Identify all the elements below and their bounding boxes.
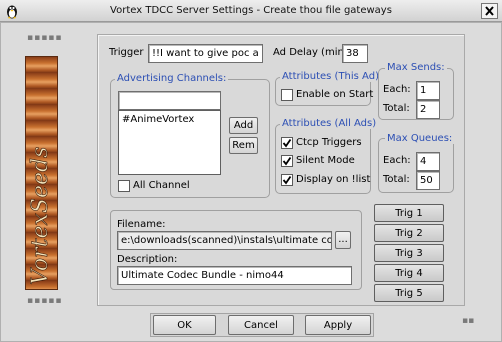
decor-dots-bottom: ▪▪▪▪▪ xyxy=(27,296,63,306)
filename-label: Filename: xyxy=(117,219,166,230)
add-channel-button[interactable]: Add xyxy=(229,117,258,134)
silent-mode-checkbox[interactable] xyxy=(281,155,293,167)
close-icon xyxy=(485,6,494,16)
cancel-button[interactable]: Cancel xyxy=(228,315,294,335)
ctcp-triggers-checkbox[interactable] xyxy=(281,137,293,149)
remove-channel-button[interactable]: Rem xyxy=(229,137,258,154)
max-queues-legend: Max Queues: xyxy=(385,133,455,144)
trig-1-button[interactable]: Trig 1 xyxy=(374,204,444,222)
max-queues-each-input[interactable]: 4 xyxy=(416,152,440,171)
attributes-this-ad-legend: Attributes (This Ad) xyxy=(280,71,381,82)
trigger-label: Trigger xyxy=(109,47,144,58)
ad-delay-input[interactable]: 38 xyxy=(342,44,368,63)
resize-grip[interactable]: ▪▪ xyxy=(462,316,474,326)
ad-delay-label: Ad Delay (min): xyxy=(273,47,352,58)
trig-2-button[interactable]: Trig 2 xyxy=(374,224,444,242)
check-icon xyxy=(282,175,292,185)
banner-text: VortexSeeds xyxy=(28,147,53,285)
max-queues-each-label: Each: xyxy=(383,155,411,166)
browse-button[interactable]: ... xyxy=(335,231,351,249)
max-sends-each-input[interactable]: 1 xyxy=(416,81,440,100)
trig-4-button[interactable]: Trig 4 xyxy=(374,264,444,282)
channel-list[interactable]: #AnimeVortex xyxy=(118,110,221,175)
max-sends-total-input[interactable]: 2 xyxy=(416,100,440,119)
decor-dots-top: ▪▪▪▪▪ xyxy=(27,33,63,43)
trigger-input[interactable]: !!I want to give poc a lap xyxy=(148,44,263,63)
check-icon xyxy=(282,156,292,166)
enable-on-start-label: Enable on Start xyxy=(296,89,374,100)
attributes-all-ads-legend: Attributes (All Ads) xyxy=(280,118,379,129)
window-title: Vortex TDCC Server Settings - Create tho… xyxy=(110,5,392,16)
advertising-channels-legend: Advertising Channels: xyxy=(115,73,229,84)
ctcp-triggers-label: Ctcp Triggers xyxy=(296,137,362,148)
filename-input[interactable]: e:\downloads(scanned)\instals\ultimate c… xyxy=(117,231,332,250)
banner-image: VortexSeeds xyxy=(25,56,58,290)
channel-list-item[interactable]: #AnimeVortex xyxy=(122,113,194,126)
all-channel-checkbox[interactable] xyxy=(118,180,130,192)
trig-5-button[interactable]: Trig 5 xyxy=(374,284,444,302)
close-button[interactable] xyxy=(481,3,498,19)
description-label: Description: xyxy=(117,254,178,265)
silent-mode-label: Silent Mode xyxy=(296,155,355,166)
display-on-list-label: Display on !list xyxy=(296,174,371,185)
max-sends-each-label: Each: xyxy=(383,84,411,95)
max-sends-total-label: Total: xyxy=(383,103,410,114)
apply-button[interactable]: Apply xyxy=(305,315,371,335)
check-icon xyxy=(282,138,292,148)
max-queues-total-label: Total: xyxy=(383,174,410,185)
max-queues-total-input[interactable]: 50 xyxy=(416,171,440,190)
display-on-list-checkbox[interactable] xyxy=(281,174,293,186)
trig-3-button[interactable]: Trig 3 xyxy=(374,244,444,262)
all-channel-label: All Channel xyxy=(133,180,190,191)
description-input[interactable]: Ultimate Codec Bundle - nimo44 xyxy=(117,266,352,285)
channel-input[interactable] xyxy=(118,91,221,110)
max-sends-legend: Max Sends: xyxy=(385,62,447,73)
ok-button[interactable]: OK xyxy=(153,315,216,335)
enable-on-start-checkbox[interactable] xyxy=(281,89,293,101)
